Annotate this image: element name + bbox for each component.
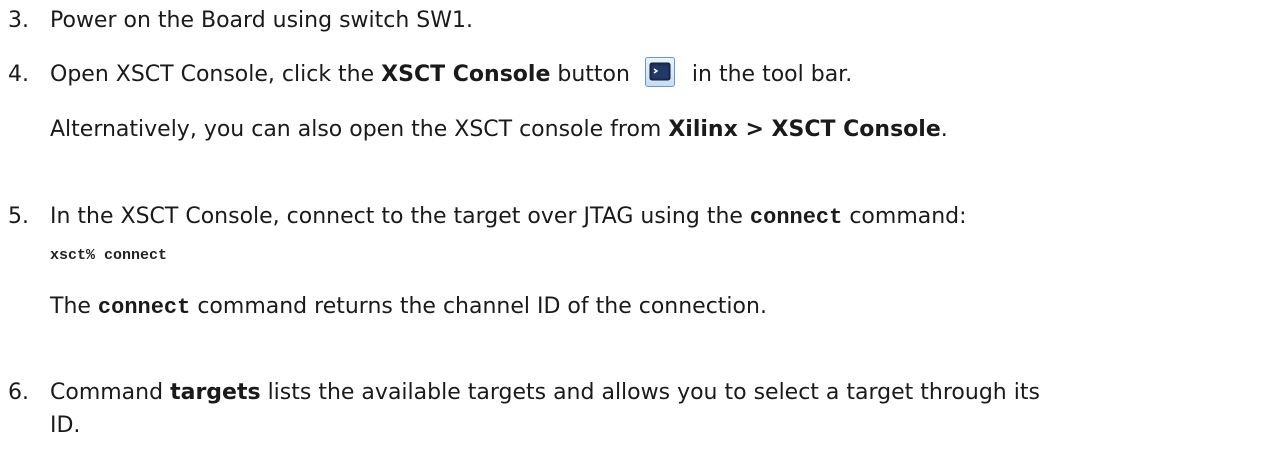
ui-label-xsct-console: XSCT Console (381, 62, 551, 87)
step-text: Power on the Board using switch SW1. (50, 8, 474, 33)
note-text: Alternatively, you can also open the XSC… (50, 115, 948, 145)
note-text: The connect command returns the channel … (50, 292, 767, 323)
step-text-part: lists the available targets and allows y… (260, 380, 1040, 405)
step-text: Command targets lists the available targ… (50, 378, 1040, 408)
step-text-part: Command (50, 380, 171, 405)
step-text-part: button (550, 62, 637, 87)
note-text-part: Alternatively, you can also open the XSC… (50, 117, 669, 142)
inline-code-connect: connect (749, 205, 843, 230)
note-text-part: The (50, 294, 98, 319)
step-text: In the XSCT Console, connect to the targ… (50, 202, 967, 233)
terminal-icon (649, 62, 671, 81)
code-block: xsct% connect (50, 247, 168, 264)
note-text-part: command returns the channel ID of the co… (190, 294, 767, 319)
step-text-part: command: (842, 204, 967, 229)
command-targets: targets (170, 380, 261, 405)
step-text-part: Open XSCT Console, click the (50, 62, 382, 87)
step-text-part: ID. (50, 413, 81, 438)
step-text-part: in the tool bar. (684, 62, 853, 87)
step-number: 4. (8, 62, 29, 87)
inline-code-connect: connect (97, 295, 191, 320)
menu-path-xilinx-xsct-console: Xilinx > XSCT Console (668, 117, 941, 142)
step-text: Open XSCT Console, click the XSCT Consol… (50, 57, 853, 90)
note-text-part: . (940, 117, 948, 142)
step-text-part: In the XSCT Console, connect to the targ… (50, 204, 750, 229)
xsct-console-button[interactable] (644, 57, 675, 87)
step-number: 6. (8, 380, 29, 405)
step-number: 3. (8, 8, 29, 33)
step-number: 5. (8, 204, 29, 229)
